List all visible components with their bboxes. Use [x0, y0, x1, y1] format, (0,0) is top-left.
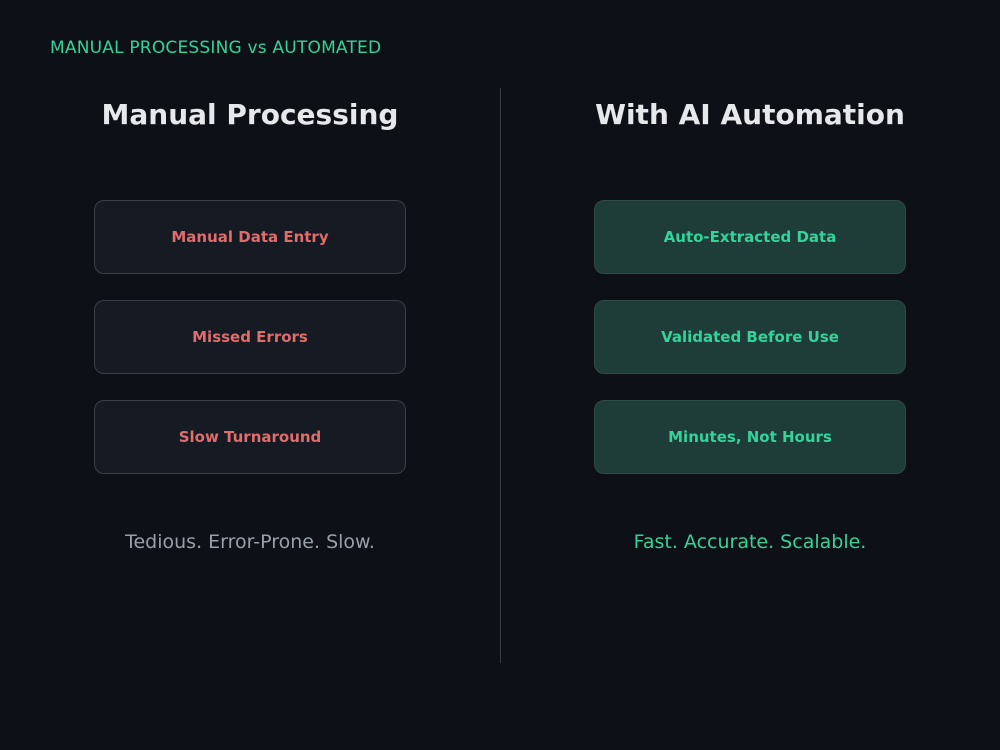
- automation-column-title: With AI Automation: [595, 98, 905, 131]
- manual-item-label: Slow Turnaround: [178, 428, 322, 446]
- automation-item-card: Minutes, Not Hours: [594, 400, 906, 474]
- manual-item-card: Missed Errors: [94, 300, 406, 374]
- manual-column-title: Manual Processing: [101, 98, 399, 131]
- automation-item-card: Validated Before Use: [594, 300, 906, 374]
- manual-item-label: Missed Errors: [192, 328, 308, 346]
- manual-column: Manual Processing Manual Data Entry Miss…: [0, 0, 500, 750]
- automation-item-card: Auto-Extracted Data: [594, 200, 906, 274]
- comparison-slide: MANUAL PROCESSING vs AUTOMATED Manual Pr…: [0, 0, 1000, 750]
- automation-tagline: Fast. Accurate. Scalable.: [633, 531, 867, 553]
- automation-column: With AI Automation Auto-Extracted Data V…: [500, 0, 1000, 750]
- manual-item-card: Slow Turnaround: [94, 400, 406, 474]
- automation-item-label: Validated Before Use: [661, 328, 839, 346]
- manual-tagline: Tedious. Error-Prone. Slow.: [125, 531, 375, 553]
- automation-item-label: Auto-Extracted Data: [663, 228, 837, 246]
- manual-item-card: Manual Data Entry: [94, 200, 406, 274]
- manual-item-label: Manual Data Entry: [171, 228, 329, 246]
- automation-item-label: Minutes, Not Hours: [668, 428, 832, 446]
